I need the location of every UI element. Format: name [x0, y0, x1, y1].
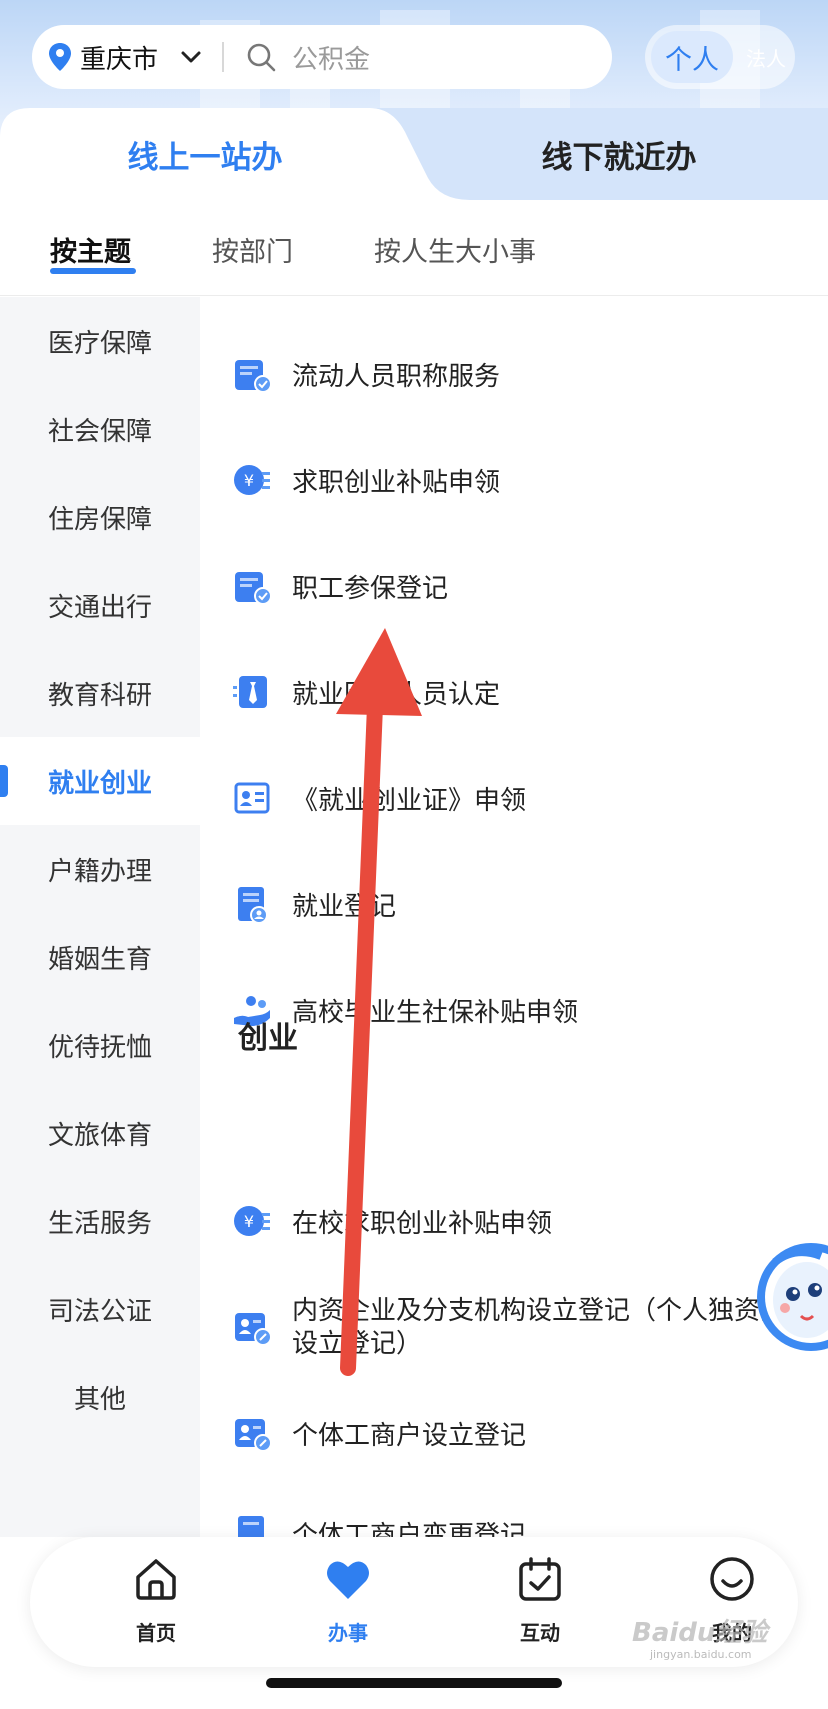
sub-tab-by-theme[interactable]: 按主题 — [50, 230, 131, 269]
sub-tab-by-life-events[interactable]: 按人生大小事 — [374, 230, 536, 269]
heart-icon — [327, 1561, 369, 1599]
search-input[interactable]: 公积金 — [292, 39, 370, 76]
svg-text:¥: ¥ — [244, 471, 254, 490]
assistant-mascot-icon[interactable] — [755, 1236, 828, 1358]
watermark-url: jingyan.baidu.com — [650, 1648, 752, 1661]
home-icon — [136, 1559, 176, 1600]
sidebar-item-education[interactable]: 教育科研 — [0, 649, 200, 737]
service-label: 在校求职创业补贴申领 — [292, 1208, 553, 1239]
sub-tab-by-department[interactable]: 按部门 — [212, 230, 293, 269]
smile-icon — [710, 1557, 754, 1601]
role-legal-button[interactable]: 法人 — [741, 31, 791, 83]
service-label: 求职创业补贴申领 — [292, 467, 501, 498]
nav-label: 办事 — [328, 1621, 368, 1645]
nav-interact[interactable]: 互动 — [480, 1537, 600, 1667]
sidebar-item-culture[interactable]: 文旅体育 — [0, 1089, 200, 1177]
city-label: 重庆市 — [80, 44, 159, 75]
mode-tabs: 线上一站办 线下就近办 — [0, 108, 828, 200]
sidebar-item-life-services[interactable]: 生活服务 — [0, 1177, 200, 1265]
role-switch: 个人 法人 — [645, 25, 795, 89]
sidebar-item-other[interactable]: 其他 — [0, 1353, 200, 1441]
tab-offline[interactable]: 线下就近办 — [410, 108, 828, 200]
search-divider — [222, 42, 225, 72]
chevron-down-icon — [181, 51, 201, 63]
service-label: 内资企业及分支机构设立登记（个人独资企业设立登记） — [292, 1296, 813, 1359]
tie-card-icon — [233, 676, 267, 708]
list-item[interactable]: 就业困难人员认定 — [200, 652, 828, 732]
sub-tabs: 按主题 按部门 按人生大小事 — [0, 200, 828, 296]
service-label: 就业登记 — [292, 891, 397, 922]
sidebar-item-medical[interactable]: 医疗保障 — [0, 297, 200, 385]
sidebar-item-social-security[interactable]: 社会保障 — [0, 385, 200, 473]
user-edit-card-icon — [235, 1313, 272, 1346]
sidebar-item-household[interactable]: 户籍办理 — [0, 825, 200, 913]
calendar-check-icon — [519, 1557, 561, 1601]
sidebar-item-judicial[interactable]: 司法公证 — [0, 1265, 200, 1353]
list-item[interactable]: 个体工商户变更登记 — [200, 1493, 828, 1537]
service-label: 流动人员职称服务 — [292, 361, 501, 392]
nav-services[interactable]: 办事 — [288, 1537, 408, 1667]
id-card-icon — [234, 782, 270, 814]
home-indicator[interactable] — [266, 1678, 562, 1688]
service-label: 就业困难人员认定 — [292, 679, 501, 710]
list-item[interactable]: 内资企业及分支机构设立登记（个人独资企业设立登记） — [200, 1287, 828, 1367]
location-pin-icon — [49, 43, 71, 71]
watermark: Baidu经验 — [632, 1618, 768, 1648]
sidebar-item-label: 就业创业 — [47, 768, 152, 799]
category-sidebar: 医疗保障 社会保障 住房保障 交通出行 教育科研 就业创业 户籍办理 婚姻生育 … — [0, 297, 200, 1537]
yuan-coin-icon: ¥ — [234, 465, 270, 495]
sidebar-item-veterans[interactable]: 优待抚恤 — [0, 1001, 200, 1089]
sidebar-item-transport[interactable]: 交通出行 — [0, 561, 200, 649]
document-user-icon — [238, 887, 268, 924]
briefcase-check-icon — [235, 572, 272, 605]
sub-tab-underline — [50, 268, 136, 274]
list-item[interactable]: ¥ 在校求职创业补贴申领 — [200, 1181, 828, 1261]
briefcase-check-icon — [235, 360, 272, 393]
city-selector[interactable]: 重庆市 — [48, 39, 202, 76]
sidebar-item-housing[interactable]: 住房保障 — [0, 473, 200, 561]
service-label: 个体工商户变更登记 — [292, 1520, 527, 1538]
document-icon — [238, 1516, 264, 1537]
sidebar-item-employment[interactable]: 就业创业 — [0, 737, 200, 825]
service-list: 流动人员职称服务 ¥ 求职创业补贴申领 职工参保登记 就业困难人员认定 《就业创… — [200, 297, 828, 1537]
list-item[interactable]: 就业登记 — [200, 864, 828, 944]
search-bar: 重庆市 公积金 — [32, 25, 612, 89]
sidebar-active-indicator — [0, 765, 8, 797]
list-item[interactable]: 《就业创业证》申领 — [200, 758, 828, 838]
list-item[interactable]: ¥ 求职创业补贴申领 — [200, 440, 828, 520]
list-item[interactable]: 个体工商户设立登记 — [200, 1393, 828, 1473]
yuan-coin-icon: ¥ — [234, 1206, 270, 1236]
nav-label: 互动 — [520, 1621, 560, 1645]
service-label: 《就业创业证》申领 — [292, 785, 527, 816]
tab-online[interactable]: 线上一站办 — [0, 108, 410, 200]
sidebar-item-marriage[interactable]: 婚姻生育 — [0, 913, 200, 1001]
role-personal-button[interactable]: 个人 — [651, 31, 733, 83]
user-edit-card-icon — [235, 1419, 272, 1452]
list-item[interactable]: 职工参保登记 — [200, 546, 828, 626]
section-title-startup: 创业 — [238, 1021, 298, 1056]
list-item[interactable]: 流动人员职称服务 — [200, 334, 828, 414]
search-icon — [247, 43, 276, 72]
service-label: 职工参保登记 — [292, 573, 449, 604]
svg-text:¥: ¥ — [244, 1212, 254, 1231]
service-label: 个体工商户设立登记 — [292, 1420, 527, 1451]
service-label: 高校毕业生社保补贴申领 — [292, 997, 579, 1028]
nav-home[interactable]: 首页 — [96, 1537, 216, 1667]
nav-label: 首页 — [136, 1621, 176, 1645]
